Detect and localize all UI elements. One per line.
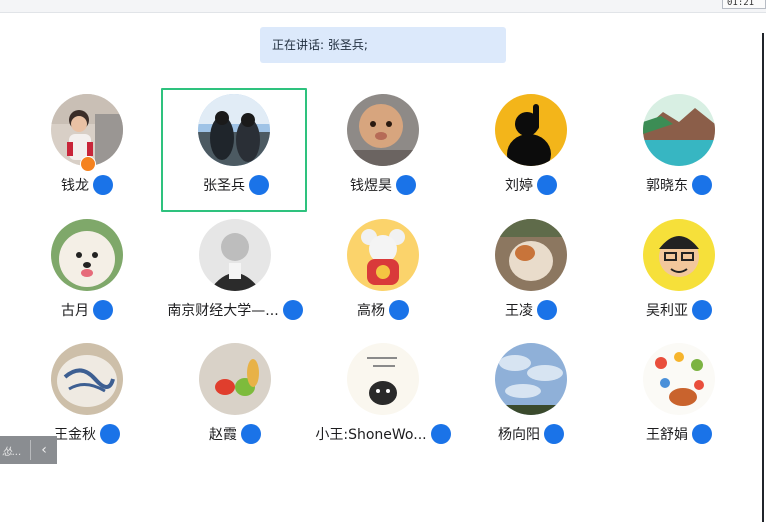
participant-tile[interactable]: 钱煜昊 bbox=[310, 88, 456, 212]
participant-tile[interactable]: 赵霞 bbox=[162, 337, 308, 461]
nameplate: 王凌 bbox=[458, 299, 604, 321]
host-icon bbox=[80, 156, 96, 172]
clock: 01:21 bbox=[722, 0, 766, 9]
participant-tile[interactable]: 刘婷 bbox=[458, 88, 604, 212]
avatar bbox=[199, 343, 271, 415]
microphone-icon[interactable] bbox=[389, 300, 409, 320]
microphone-icon[interactable] bbox=[249, 175, 269, 195]
nameplate: 小王:ShoneWo... bbox=[310, 423, 456, 445]
meeting-window: 01:21 正在讲话: 张圣兵; 钱龙 张圣兵 钱煜昊 刘婷 郭晓东 古月 南京… bbox=[0, 0, 766, 522]
participant-name: 高杨 bbox=[357, 303, 385, 319]
nameplate: 吴利亚 bbox=[606, 299, 752, 321]
microphone-icon[interactable] bbox=[100, 424, 120, 444]
nameplate: 南京财经大学—... bbox=[162, 299, 308, 321]
side-panel-label: 怂... bbox=[2, 446, 22, 458]
window-edge bbox=[762, 33, 764, 522]
avatar bbox=[347, 94, 419, 166]
participant-tile[interactable]: 钱龙 bbox=[14, 88, 160, 212]
participant-tile[interactable]: 吴利亚 bbox=[606, 213, 752, 337]
avatar bbox=[199, 219, 271, 291]
avatar bbox=[643, 219, 715, 291]
avatar bbox=[198, 94, 270, 166]
nameplate: 钱龙 bbox=[14, 174, 160, 196]
participant-tile[interactable]: 郭晓东 bbox=[606, 88, 752, 212]
participant-name: 王舒娟 bbox=[646, 427, 688, 443]
nameplate: 钱煜昊 bbox=[310, 174, 456, 196]
title-bar: 01:21 bbox=[0, 0, 766, 13]
nameplate: 刘婷 bbox=[458, 174, 604, 196]
nameplate: 郭晓东 bbox=[606, 174, 752, 196]
chevron-left-icon[interactable]: ‹ bbox=[31, 442, 57, 458]
nameplate: 张圣兵 bbox=[163, 174, 309, 196]
avatar bbox=[347, 219, 419, 291]
microphone-icon[interactable] bbox=[692, 300, 712, 320]
nameplate: 古月 bbox=[14, 299, 160, 321]
microphone-icon[interactable] bbox=[241, 424, 261, 444]
participant-name: 钱煜昊 bbox=[350, 178, 392, 194]
participant-name: 赵霞 bbox=[209, 427, 237, 443]
avatar bbox=[495, 94, 567, 166]
participant-tile[interactable]: 小王:ShoneWo... bbox=[310, 337, 456, 461]
side-panel-toggle[interactable]: 怂... ‹ bbox=[0, 436, 57, 464]
participant-name: 古月 bbox=[61, 303, 89, 319]
participant-name: 杨向阳 bbox=[498, 427, 540, 443]
participant-name: 南京财经大学—... bbox=[167, 303, 279, 319]
microphone-icon[interactable] bbox=[93, 300, 113, 320]
participant-tile[interactable]: 杨向阳 bbox=[458, 337, 604, 461]
participant-name: 王凌 bbox=[505, 303, 533, 319]
participant-name: 钱龙 bbox=[61, 178, 89, 194]
nameplate: 赵霞 bbox=[162, 423, 308, 445]
nameplate: 王舒娟 bbox=[606, 423, 752, 445]
microphone-icon[interactable] bbox=[396, 175, 416, 195]
participant-name: 郭晓东 bbox=[646, 178, 688, 194]
microphone-icon[interactable] bbox=[692, 424, 712, 444]
participant-tile[interactable]: 王舒娟 bbox=[606, 337, 752, 461]
speaking-banner: 正在讲话: 张圣兵; bbox=[260, 27, 506, 63]
avatar bbox=[51, 219, 123, 291]
participant-tile[interactable]: 南京财经大学—... bbox=[162, 213, 308, 337]
microphone-icon[interactable] bbox=[544, 424, 564, 444]
avatar bbox=[495, 343, 567, 415]
avatar bbox=[495, 219, 567, 291]
participant-name: 吴利亚 bbox=[646, 303, 688, 319]
participant-tile-active[interactable]: 张圣兵 bbox=[161, 88, 307, 212]
avatar bbox=[643, 94, 715, 166]
participant-tile[interactable]: 古月 bbox=[14, 213, 160, 337]
participant-name: 张圣兵 bbox=[203, 178, 245, 194]
participant-name: 小王:ShoneWo... bbox=[315, 427, 427, 443]
avatar bbox=[643, 343, 715, 415]
participant-tile[interactable]: 王凌 bbox=[458, 213, 604, 337]
participant-name: 刘婷 bbox=[505, 178, 533, 194]
avatar bbox=[347, 343, 419, 415]
nameplate: 高杨 bbox=[310, 299, 456, 321]
microphone-icon[interactable] bbox=[430, 424, 451, 444]
participant-tile[interactable]: 高杨 bbox=[310, 213, 456, 337]
microphone-icon[interactable] bbox=[93, 175, 113, 195]
microphone-icon[interactable] bbox=[282, 300, 303, 320]
microphone-icon[interactable] bbox=[537, 175, 557, 195]
participant-name: 王金秋 bbox=[54, 427, 96, 443]
avatar bbox=[51, 343, 123, 415]
microphone-icon[interactable] bbox=[692, 175, 712, 195]
nameplate: 杨向阳 bbox=[458, 423, 604, 445]
microphone-icon[interactable] bbox=[537, 300, 557, 320]
